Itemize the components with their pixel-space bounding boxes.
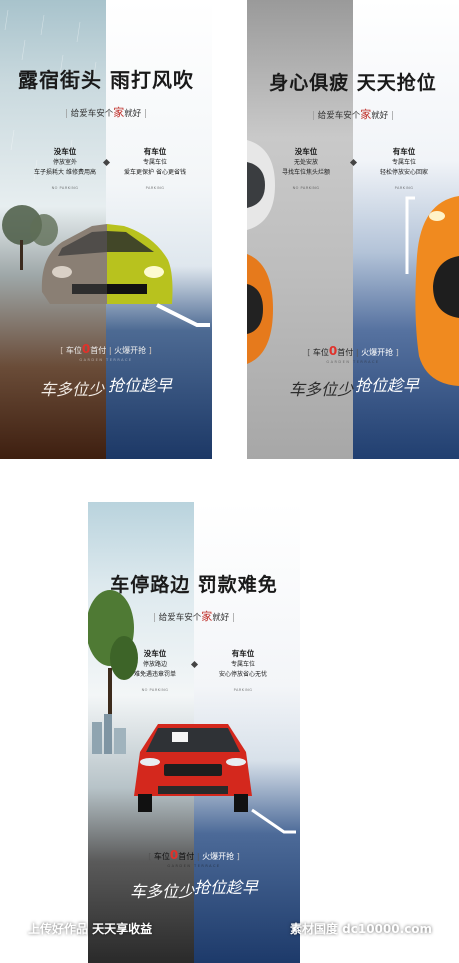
white-car-image (247, 140, 275, 230)
parking-line (251, 808, 296, 834)
red-suv-image (134, 724, 252, 812)
parking-column: 有车位 专属车位 爱车更保护 省心更省钱 PARKING (124, 147, 186, 190)
no-parking-column: 没车位 停放路边 难免遇违章罚单 NO PARKING (133, 649, 176, 692)
poster-tired: 身心俱疲 天天抢位 | 给爱车安个家就好 | 没车位 无处安放 寻找车位焦头烂额… (247, 0, 459, 459)
parking-column: 有车位 专属车位 轻松停放安心回家 PARKING (379, 147, 428, 190)
car-image (41, 224, 173, 304)
watermark-right: 素材国度 dc10000.com (290, 922, 433, 936)
poster-rain: 露宿街头 雨打风吹 | 给爱车安个家就好 | 没车位 停放室外 车子损耗大 维修… (0, 0, 212, 459)
slogan-left: 车多位少 (40, 380, 105, 399)
promo-banner: [ 车位0首付 | 火爆开抢 ] GARDEN TERRACE (60, 342, 152, 362)
headline: 身心俱疲 天天抢位 (269, 72, 437, 94)
tagline: | 给爱车安个家就好 | (153, 610, 235, 623)
parking-column: 有车位 专属车位 安心停放省心无忧 PARKING (218, 649, 267, 692)
poster-roadside: 车停路边 罚款难免 | 给爱车安个家就好 | 没车位 停放路边 难免遇违章罚单 … (88, 502, 300, 963)
tagline: | 给爱车安个家就好 | (65, 106, 147, 119)
no-parking-column: 没车位 停放室外 车子损耗大 维修费用高 NO PARKING (34, 147, 96, 190)
parking-line (405, 196, 415, 274)
promo-banner: [ 车位0首付 | 火爆开抢 ] GARDEN TERRACE (148, 848, 240, 868)
promo-banner: [ 车位0首付 | 火爆开抢 ] GARDEN TERRACE (307, 344, 399, 364)
headline: 车停路边 罚款难免 (110, 574, 278, 596)
slogan-right: 抢位趁早 (108, 376, 173, 395)
slogan-left: 车多位少 (130, 882, 195, 901)
parking-line (156, 303, 210, 327)
headline: 露宿街头 雨打风吹 (18, 68, 194, 92)
watermark-left: 上传好作品 天天享收益 (28, 922, 153, 936)
slogan-right: 抢位趁早 (194, 878, 259, 897)
tagline: | 给爱车安个家就好 | (312, 108, 394, 121)
slogan-left: 车多位少 (289, 380, 354, 399)
slogan-right: 抢位趁早 (355, 376, 420, 395)
